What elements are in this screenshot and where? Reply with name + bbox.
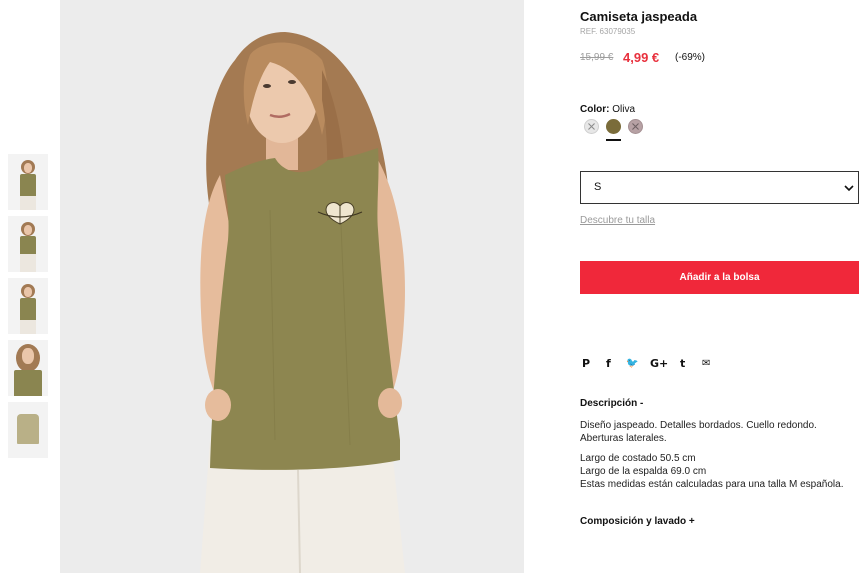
color-row: Color: Oliva <box>580 104 635 115</box>
facebook-icon[interactable]: f <box>606 356 611 372</box>
size-select[interactable]: S <box>580 171 859 204</box>
measure-line-2: Largo de la espalda 69.0 cm <box>580 466 707 477</box>
composition-toggle[interactable]: Composición y lavado + <box>580 516 695 527</box>
thumb-garment <box>17 414 39 444</box>
thumb-top <box>20 236 36 254</box>
swatch-pink[interactable] <box>628 119 643 134</box>
google-plus-icon[interactable]: G+ <box>650 356 668 372</box>
main-product-photo <box>60 0 524 573</box>
chevron-down-icon <box>844 185 854 192</box>
description-toggle[interactable]: Descripción - <box>580 398 643 409</box>
thumbnail-4[interactable] <box>8 340 48 396</box>
thumb-face <box>24 225 32 235</box>
thumb-top <box>14 370 42 396</box>
unavailable-icon <box>588 123 595 130</box>
thumb-top <box>20 298 36 320</box>
swatch-oliva[interactable] <box>606 119 621 134</box>
size-select-value: S <box>594 181 602 193</box>
pinterest-icon[interactable]: P <box>582 356 590 372</box>
twitter-icon[interactable]: 🐦 <box>626 356 638 372</box>
thumbnail-strip <box>8 154 48 464</box>
tumblr-icon[interactable]: t <box>680 356 685 372</box>
product-ref: REF. 63079035 <box>580 27 636 36</box>
unavailable-icon <box>632 123 639 130</box>
sale-price: 4,99 € <box>623 50 660 65</box>
thumbnail-2[interactable] <box>8 216 48 272</box>
description-paragraph: Diseño jaspeado. Detalles bordados. Cuel… <box>580 420 817 444</box>
thumbnail-1[interactable] <box>8 154 48 210</box>
color-label: Color: <box>580 104 610 115</box>
thumb-pants <box>20 320 36 334</box>
thumb-pants <box>20 254 36 272</box>
email-icon[interactable]: ✉ <box>702 356 710 372</box>
swatch-light-grey[interactable] <box>584 119 599 134</box>
add-to-bag-button[interactable]: Añadir a la bolsa <box>580 261 859 294</box>
description-body: Diseño jaspeado. Detalles bordados. Cuel… <box>580 419 859 491</box>
thumb-pants <box>20 196 36 210</box>
product-title: Camiseta jaspeada <box>580 9 698 24</box>
thumb-face <box>24 163 32 173</box>
model-illustration <box>200 32 405 573</box>
measure-line-1: Largo de costado 50.5 cm <box>580 453 696 464</box>
thumb-top <box>20 174 36 196</box>
color-value: Oliva <box>612 104 636 115</box>
size-guide-link[interactable]: Descubre tu talla <box>580 215 655 226</box>
thumb-face <box>24 287 32 297</box>
thumbnail-5[interactable] <box>8 402 48 458</box>
thumbnail-3[interactable] <box>8 278 48 334</box>
measure-note: Estas medidas están calculadas para una … <box>580 479 844 490</box>
discount-badge: (-69%) <box>675 52 706 63</box>
thumb-face <box>22 348 34 364</box>
selected-swatch-indicator <box>606 139 621 141</box>
original-price: 15,99 € <box>580 52 614 63</box>
